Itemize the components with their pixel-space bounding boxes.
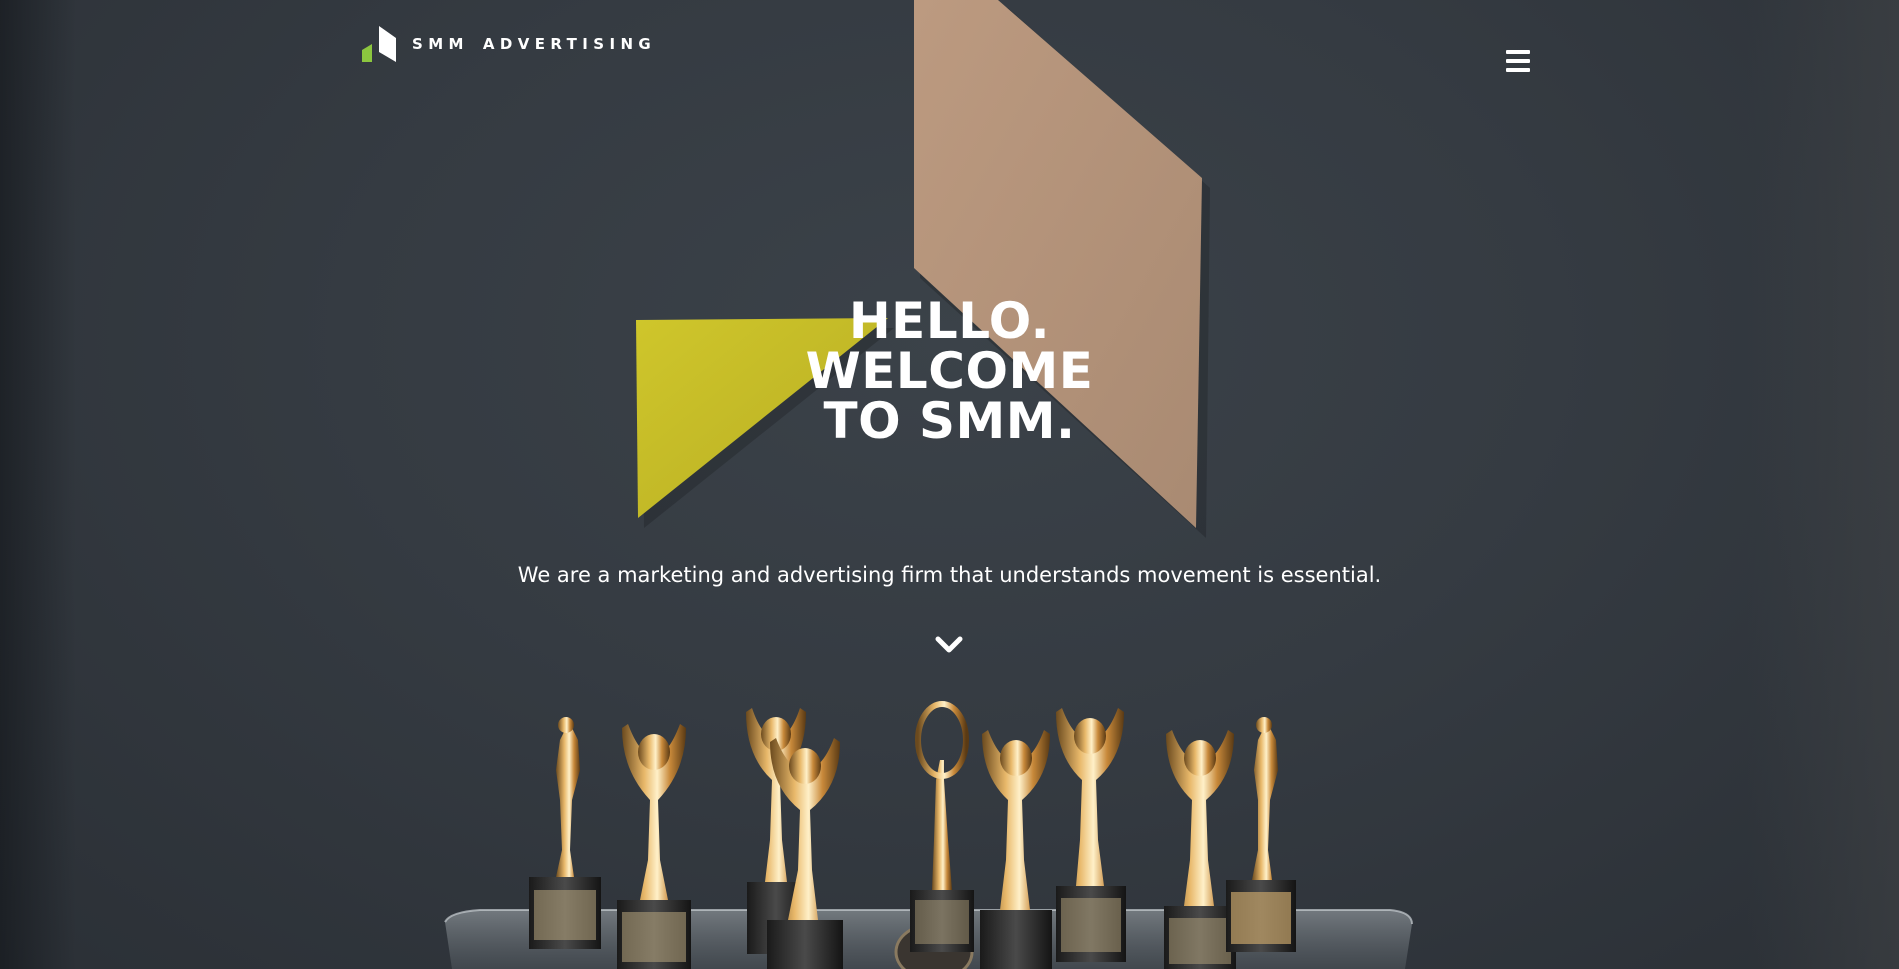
hero-background-image — [444, 0, 1413, 969]
smm-logo-link[interactable]: SMM ADVERTISING — [362, 26, 656, 62]
chevron-down-icon[interactable] — [934, 633, 964, 659]
logo-wordmark: SMM ADVERTISING — [412, 35, 656, 53]
headline-line-2: WELCOME — [805, 342, 1094, 400]
menu-bar-middle — [1506, 59, 1530, 63]
headline-line-1: HELLO. — [848, 292, 1051, 350]
headline-line-3: TO SMM. — [823, 392, 1076, 450]
hero-section: SMM ADVERTISING HELLO. WELCOME TO SMM. We… — [0, 0, 1899, 969]
menu-bar-bottom — [1506, 68, 1530, 72]
menu-bar-top — [1506, 50, 1530, 54]
logo-text-smm: SMM — [412, 35, 469, 53]
logo-text-advertising: ADVERTISING — [482, 35, 657, 53]
hero-headline: HELLO. WELCOME TO SMM. — [0, 296, 1899, 446]
hero-tagline: We are a marketing and advertising firm … — [517, 563, 1382, 587]
smm-logo-mark-icon — [362, 26, 396, 62]
hamburger-menu-icon[interactable] — [1506, 50, 1530, 72]
